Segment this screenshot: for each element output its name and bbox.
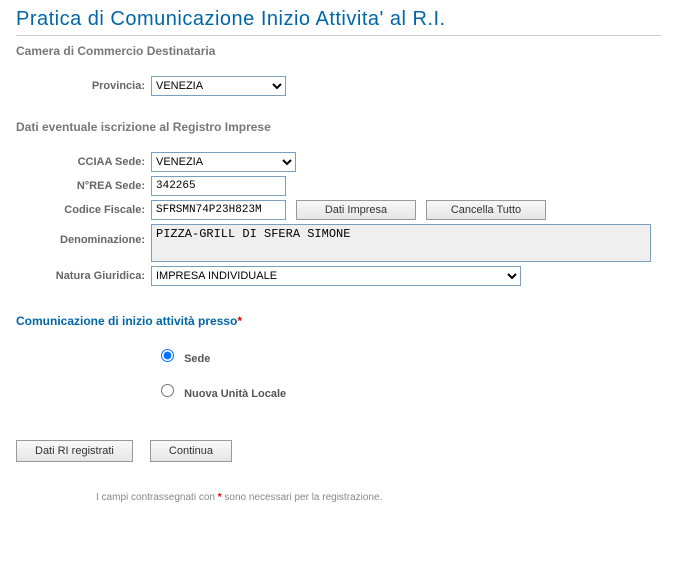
nrea-sede-input[interactable] xyxy=(151,176,286,196)
provincia-select[interactable]: VENEZIA xyxy=(151,76,286,96)
dati-impresa-button[interactable]: Dati Impresa xyxy=(296,200,416,220)
footnote-post: sono necessari per la registrazione. xyxy=(224,492,382,503)
natura-giuridica-select[interactable]: IMPRESA INDIVIDUALE xyxy=(151,266,521,286)
codice-fiscale-label: Codice Fiscale: xyxy=(16,204,151,216)
section-comunicazione-heading: Comunicazione di inizio attività presso* xyxy=(16,314,661,328)
title-separator xyxy=(16,35,661,36)
cciaa-sede-select[interactable]: VENEZIA xyxy=(151,152,296,172)
codice-fiscale-input[interactable] xyxy=(151,200,286,220)
denominazione-textarea[interactable]: PIZZA-GRILL DI SFERA SIMONE xyxy=(151,224,651,262)
footnote-pre: I campi contrassegnati con xyxy=(96,492,218,503)
denominazione-label: Denominazione: xyxy=(16,224,151,246)
page-title: Pratica di Comunicazione Inizio Attivita… xyxy=(16,8,661,31)
section-camera-heading: Camera di Commercio Destinataria xyxy=(16,44,661,58)
continua-button[interactable]: Continua xyxy=(150,440,232,462)
required-marker: * xyxy=(237,314,242,328)
nrea-sede-label: N°REA Sede: xyxy=(16,180,151,192)
nuova-unita-radio[interactable] xyxy=(161,384,174,397)
natura-giuridica-label: Natura Giuridica: xyxy=(16,270,151,282)
nuova-unita-radio-label: Nuova Unità Locale xyxy=(184,388,286,400)
sede-radio[interactable] xyxy=(161,349,174,362)
sede-radio-label: Sede xyxy=(184,353,210,365)
cancella-tutto-button[interactable]: Cancella Tutto xyxy=(426,200,546,220)
section-dati-iscrizione-heading: Dati eventuale iscrizione al Registro Im… xyxy=(16,120,661,134)
dati-ri-registrati-button[interactable]: Dati RI registrati xyxy=(16,440,133,462)
footnote: I campi contrassegnati con * sono necess… xyxy=(96,492,661,503)
section-comunicazione-text: Comunicazione di inizio attività presso xyxy=(16,314,237,328)
provincia-label: Provincia: xyxy=(16,80,151,92)
cciaa-sede-label: CCIAA Sede: xyxy=(16,156,151,168)
footnote-star: * xyxy=(218,492,222,503)
